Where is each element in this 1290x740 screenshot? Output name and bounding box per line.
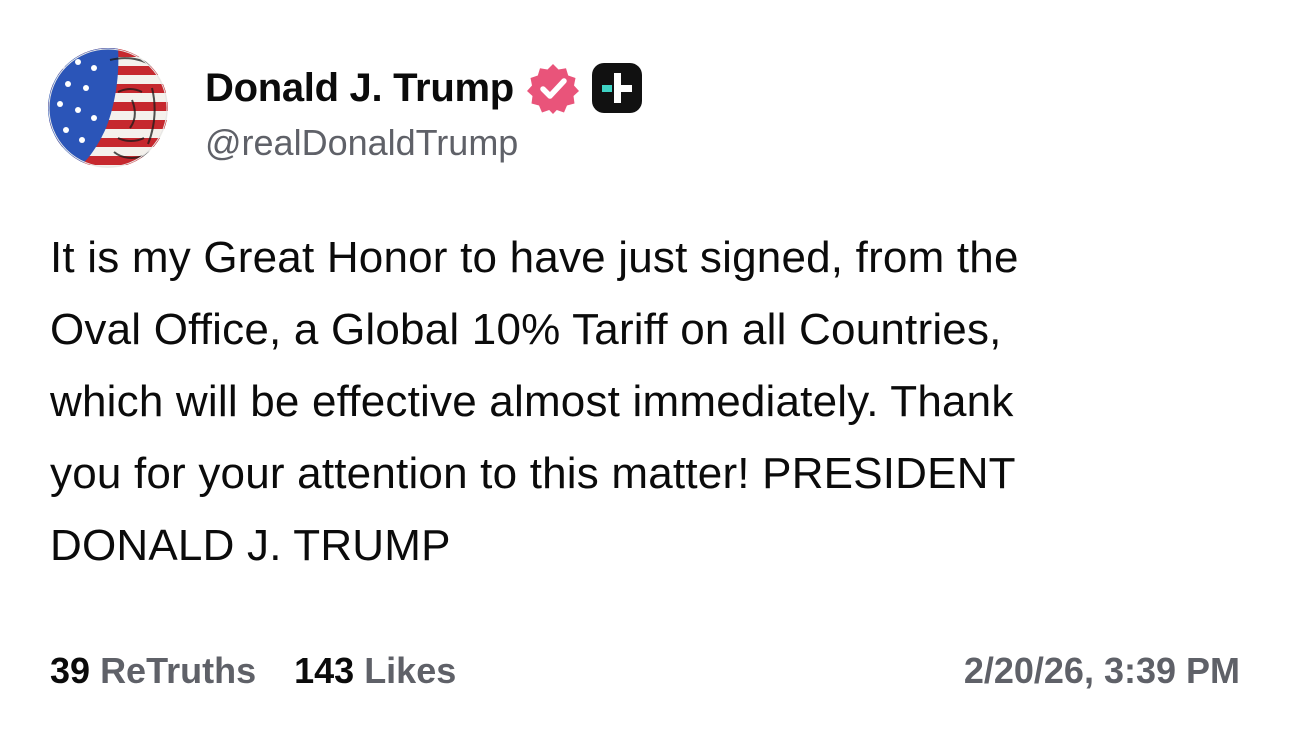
flag-portrait-avatar-icon xyxy=(48,48,168,168)
post-stats: 39 ReTruths 143 Likes xyxy=(50,650,456,692)
likes-label: Likes xyxy=(364,650,457,691)
likes-count: 143 xyxy=(294,650,355,691)
post-timestamp[interactable]: 2/20/26, 3:39 PM xyxy=(964,650,1240,692)
likes-stat[interactable]: 143 Likes xyxy=(294,650,456,692)
author-display-name[interactable]: Donald J. Trump xyxy=(205,66,514,111)
verified-badge-icon xyxy=(526,61,580,115)
post-text-line: DONALD J. TRUMP xyxy=(50,521,451,570)
plus-badge-icon xyxy=(590,61,644,115)
retruths-count: 39 xyxy=(50,650,91,691)
post-text-line: you for your attention to this matter! P… xyxy=(50,449,1016,498)
retruths-label: ReTruths xyxy=(100,650,257,691)
avatar[interactable] xyxy=(48,48,168,168)
post-text: It is my Great Honor to have just signed… xyxy=(50,222,1250,582)
post-text-line: It is my Great Honor to have just signed… xyxy=(50,233,1019,282)
author-handle[interactable]: @realDonaldTrump xyxy=(205,122,518,164)
truth-post: Donald J. Trump @realDonaldTrump It is m… xyxy=(0,0,1290,740)
post-text-line: Oval Office, a Global 10% Tariff on all … xyxy=(50,305,1002,354)
retruths-stat[interactable]: 39 ReTruths xyxy=(50,650,256,692)
post-text-line: which will be effective almost immediate… xyxy=(50,377,1014,426)
author-name-row: Donald J. Trump xyxy=(205,62,644,114)
